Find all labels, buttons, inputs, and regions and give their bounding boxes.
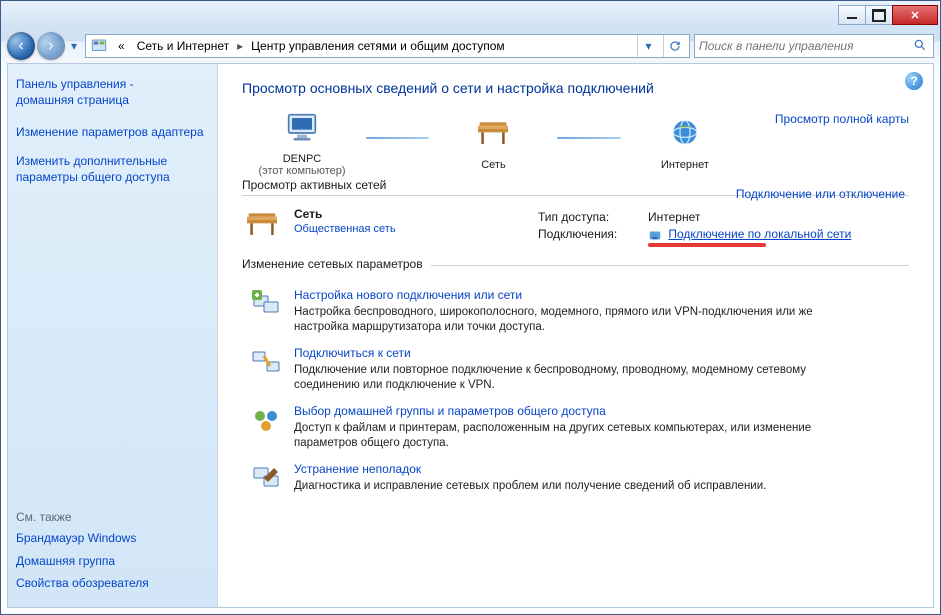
sidebar-home-line2: домашняя страница xyxy=(16,93,129,107)
arrow-left-icon xyxy=(14,39,28,53)
map-connector-icon xyxy=(366,137,429,139)
access-type-value: Интернет xyxy=(648,210,700,224)
task-troubleshoot: Устранение неполадок Диагностика и испра… xyxy=(250,462,909,495)
bench-icon xyxy=(473,143,513,155)
forward-button[interactable] xyxy=(37,32,65,60)
change-settings-header: Изменение сетевых параметров xyxy=(242,257,431,271)
sidebar-home-line1: Панель управления - xyxy=(16,77,134,91)
back-button[interactable] xyxy=(7,32,35,60)
minimize-button[interactable] xyxy=(838,5,866,25)
breadcrumb-sep-icon: ▸ xyxy=(237,39,243,53)
refresh-icon xyxy=(668,39,682,53)
task-link[interactable]: Подключиться к сети xyxy=(294,346,411,360)
refresh-button[interactable] xyxy=(663,35,685,57)
bench-icon xyxy=(242,207,282,246)
address-dropdown-icon[interactable]: ▾ xyxy=(637,35,659,57)
maximize-button[interactable] xyxy=(865,5,893,25)
homegroup-icon xyxy=(250,404,282,436)
computer-icon xyxy=(282,137,322,149)
client-area: Панель управления - домашняя страница Из… xyxy=(7,63,934,608)
globe-icon xyxy=(665,143,705,155)
task-new-connection: Настройка нового подключения или сети На… xyxy=(250,288,909,336)
connections-label: Подключения: xyxy=(538,227,638,242)
map-connector-icon xyxy=(557,137,620,139)
task-desc: Доступ к файлам и принтерам, расположенн… xyxy=(294,421,854,452)
search-icon[interactable] xyxy=(911,38,929,55)
network-plus-icon xyxy=(250,288,282,320)
task-link[interactable]: Устранение неполадок xyxy=(294,462,421,476)
window-buttons xyxy=(839,5,938,25)
troubleshoot-icon xyxy=(250,462,282,494)
map-node-this-pc: DENPC (этот компьютер) xyxy=(242,110,362,177)
breadcrumb-up[interactable]: « xyxy=(114,37,129,55)
nav-buttons: ▾ xyxy=(7,32,81,60)
see-also-section: См. также Брандмауэр Windows Домашняя гр… xyxy=(16,510,209,597)
connection-link[interactable]: Подключение по локальной сети xyxy=(668,227,851,241)
map-node-internet: Интернет xyxy=(625,116,745,171)
see-also-firewall[interactable]: Брандмауэр Windows xyxy=(16,531,136,545)
task-link[interactable]: Выбор домашней группы и параметров общег… xyxy=(294,404,606,418)
active-network-block: Сеть Общественная сеть Тип доступа: Инте… xyxy=(242,207,909,247)
nav-row: ▾ « Сеть и Интернет ▸ Центр управления с… xyxy=(1,29,940,63)
full-map-link[interactable]: Просмотр полной карты xyxy=(775,112,909,126)
breadcrumb-net-internet[interactable]: Сеть и Интернет xyxy=(133,37,233,55)
network-name: Сеть xyxy=(294,207,396,221)
network-connect-icon xyxy=(250,346,282,378)
close-button[interactable] xyxy=(892,5,938,25)
task-desc: Диагностика и исправление сетевых пробле… xyxy=(294,479,766,495)
help-icon[interactable]: ? xyxy=(905,72,923,90)
task-desc: Настройка беспроводного, широкополосного… xyxy=(294,305,854,336)
see-also-internet-options[interactable]: Свойства обозревателя xyxy=(16,576,149,590)
titlebar xyxy=(1,1,940,29)
highlight-underline xyxy=(648,243,766,247)
active-networks-section: Просмотр активных сетей Подключение или … xyxy=(242,195,909,247)
see-also-homegroup[interactable]: Домашняя группа xyxy=(16,554,115,568)
search-input[interactable] xyxy=(699,39,911,53)
search-box[interactable] xyxy=(694,34,934,58)
task-link[interactable]: Настройка нового подключения или сети xyxy=(294,288,522,302)
control-panel-icon xyxy=(90,37,108,55)
control-panel-home-link[interactable]: Панель управления - домашняя страница xyxy=(16,76,209,108)
address-bar[interactable]: « Сеть и Интернет ▸ Центр управления сет… xyxy=(85,34,690,58)
access-type-label: Тип доступа: xyxy=(538,210,638,224)
arrow-right-icon xyxy=(44,39,58,53)
network-map: DENPC (этот компьютер) Сеть Интернет xyxy=(242,110,909,177)
sidebar-adapter-settings[interactable]: Изменение параметров адаптера xyxy=(16,125,204,139)
see-also-header: См. также xyxy=(16,510,209,524)
active-networks-header: Просмотр активных сетей xyxy=(242,178,394,192)
map-node-label: Интернет xyxy=(625,159,745,171)
connect-disconnect-link[interactable]: Подключение или отключение xyxy=(736,187,905,201)
map-node-label: DENPC xyxy=(242,153,362,165)
page-title: Просмотр основных сведений о сети и наст… xyxy=(242,80,909,96)
map-node-sublabel: (этот компьютер) xyxy=(258,165,345,177)
network-center-window: ▾ « Сеть и Интернет ▸ Центр управления с… xyxy=(0,0,941,615)
nav-history-dropdown[interactable]: ▾ xyxy=(67,34,81,58)
task-homegroup: Выбор домашней группы и параметров общег… xyxy=(250,404,909,452)
task-connect: Подключиться к сети Подключение или повт… xyxy=(250,346,909,394)
map-node-network: Сеть xyxy=(433,116,553,171)
sidebar: Панель управления - домашняя страница Из… xyxy=(8,64,218,607)
main-content: ? Просмотр основных сведений о сети и на… xyxy=(218,64,933,607)
sidebar-advanced-sharing[interactable]: Изменить дополнительные параметры общего… xyxy=(16,154,170,184)
task-desc: Подключение или повторное подключение к … xyxy=(294,363,854,394)
breadcrumb-network-center[interactable]: Центр управления сетями и общим доступом xyxy=(247,37,509,55)
change-settings-section: Изменение сетевых параметров Настройка н… xyxy=(242,265,909,495)
map-node-label: Сеть xyxy=(433,159,553,171)
ethernet-icon xyxy=(648,228,662,242)
network-type-link[interactable]: Общественная сеть xyxy=(294,223,396,235)
